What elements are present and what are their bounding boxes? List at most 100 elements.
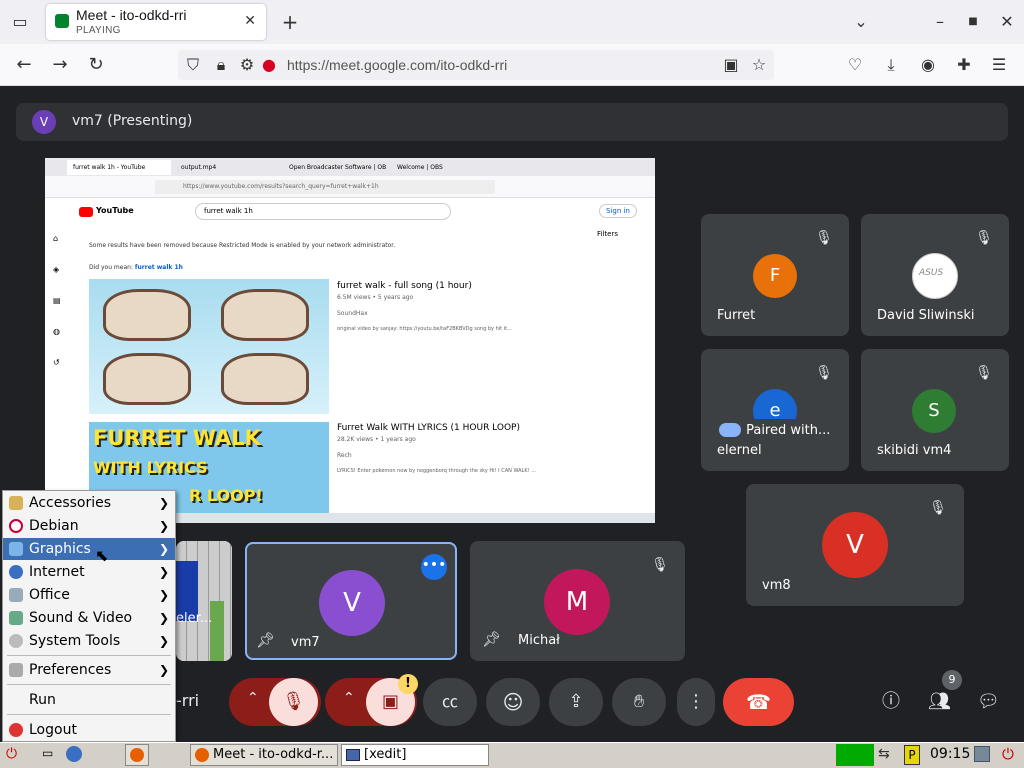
mic-off-icon: 🎙︎ bbox=[815, 365, 833, 381]
youtube-signin-button: Sign in bbox=[599, 204, 637, 218]
presenting-label: vm7 (Presenting) bbox=[72, 113, 193, 129]
participant-avatar: V bbox=[319, 570, 385, 636]
leave-call-button[interactable]: ☎︎ bbox=[723, 678, 794, 726]
participant-tile[interactable]: 🎙︎ e Paired with... elernel bbox=[701, 349, 849, 471]
mic-off-icon: 🎙︎ bbox=[282, 691, 305, 712]
tab-close-icon[interactable]: ✕ bbox=[244, 13, 256, 29]
sound-video-icon bbox=[9, 611, 23, 625]
menu-separator bbox=[7, 655, 171, 656]
video-desc: LYRICS! Enter pokemon now by noggenborq … bbox=[337, 468, 536, 474]
menu-separator bbox=[7, 684, 171, 685]
menu-item-sound-video[interactable]: Sound & Video ❯ bbox=[3, 607, 175, 629]
start-menu: Accessories ❯ Debian ❯ Graphics ❯ Internet ❯… bbox=[2, 490, 176, 742]
participant-tile[interactable]: 🎙︎ M 📌︎ Michał bbox=[470, 541, 685, 661]
preferences-icon bbox=[9, 663, 23, 677]
menu-item-logout[interactable]: Logout bbox=[3, 719, 175, 741]
tab-overflow-chevron-icon[interactable]: ⌄ bbox=[850, 12, 872, 32]
more-options-icon[interactable]: ••• bbox=[421, 554, 447, 580]
new-tab-icon[interactable]: + bbox=[279, 12, 301, 32]
menu-item-system-tools[interactable]: System Tools ❯ bbox=[3, 630, 175, 652]
firefox-launcher-icon[interactable] bbox=[125, 744, 149, 766]
download-icon[interactable]: ⤓ bbox=[880, 55, 902, 75]
menu-item-internet[interactable]: Internet ❯ bbox=[3, 561, 175, 583]
video-thumbnail bbox=[89, 279, 329, 414]
tab-list-icon[interactable]: ▭ bbox=[9, 12, 31, 32]
microphone-icon[interactable]: ● bbox=[258, 55, 280, 75]
video-desc: original video by sanjay: https://youtu.… bbox=[337, 326, 512, 332]
graphics-icon bbox=[9, 542, 23, 556]
lock-icon[interactable]: 🔒︎ bbox=[210, 55, 232, 75]
video-title: furret walk - full song (1 hour) bbox=[337, 281, 472, 291]
more-options-button[interactable]: ⋮ bbox=[677, 678, 715, 726]
chevron-up-icon: ⌃ bbox=[343, 690, 355, 706]
mic-toggle-button[interactable]: 🎙︎ bbox=[269, 678, 318, 726]
display-icon[interactable] bbox=[974, 746, 990, 762]
present-screen-icon: ⇪ bbox=[568, 691, 584, 712]
participant-avatar: S bbox=[912, 389, 956, 433]
bookmark-star-icon[interactable]: ☆ bbox=[748, 55, 770, 75]
shared-tab-strip: furret walk 1h - YouTube output.mp4 Open… bbox=[45, 158, 655, 176]
reactions-button[interactable]: ☺ bbox=[486, 678, 540, 726]
participant-tile[interactable]: 🎙︎ V vm8 bbox=[746, 484, 964, 606]
account-icon[interactable]: ◉ bbox=[917, 55, 939, 75]
pocket-icon[interactable]: ♡ bbox=[844, 55, 866, 75]
participant-name: vm8 bbox=[762, 578, 791, 593]
system-tools-icon bbox=[9, 634, 23, 648]
info-icon[interactable]: ⓘ bbox=[880, 692, 902, 712]
participant-tile[interactable]: 🎙︎ ASUS David Sliwinski bbox=[861, 214, 1009, 336]
taskbar-window-meet[interactable]: Meet - ito-odkd-r... bbox=[190, 744, 338, 766]
chevron-up-icon: ⌃ bbox=[247, 690, 259, 706]
extensions-icon[interactable]: ✚ bbox=[953, 55, 975, 75]
permissions-icon[interactable]: ⚙ bbox=[236, 55, 258, 75]
screen-share-icon[interactable]: ▣ bbox=[720, 55, 742, 75]
taskbar-window-xedit[interactable]: [xedit] bbox=[341, 744, 489, 766]
mic-off-icon: 🎙︎ bbox=[651, 557, 669, 573]
captions-icon: ㏄ bbox=[441, 692, 458, 711]
participant-tile[interactable]: 🎙︎ F Furret bbox=[701, 214, 849, 336]
forward-icon[interactable]: → bbox=[49, 55, 71, 75]
submenu-arrow-icon: ❯ bbox=[158, 542, 169, 556]
minimize-icon[interactable]: – bbox=[929, 12, 951, 32]
present-button[interactable]: ⇪ bbox=[549, 678, 603, 726]
menu-item-graphics[interactable]: Graphics ❯ bbox=[3, 538, 175, 560]
paired-badge: Paired with... bbox=[717, 419, 833, 438]
reload-icon[interactable]: ↻ bbox=[85, 55, 107, 75]
participant-name: vm7 bbox=[291, 635, 320, 650]
youtube-sidebar: ⌂ ◈ ▤ ◍ ↺ bbox=[53, 234, 61, 367]
menu-item-run[interactable]: Run bbox=[3, 689, 175, 711]
menu-item-preferences[interactable]: Preferences ❯ bbox=[3, 659, 175, 681]
hamburger-menu-icon[interactable]: ☰ bbox=[988, 55, 1010, 75]
shared-tab: Welcome | OBS bbox=[397, 164, 443, 171]
participant-tile[interactable]: 🎙︎ S skibidi vm4 bbox=[861, 349, 1009, 471]
browser-tab-meet[interactable]: Meet - ito-odkd-rri PLAYING ✕ bbox=[46, 4, 266, 40]
raise-hand-button[interactable]: ✋︎ bbox=[612, 678, 666, 726]
browser-launcher-icon[interactable] bbox=[66, 746, 82, 762]
url-text[interactable]: https://meet.google.com/ito-odkd-rri bbox=[287, 57, 507, 73]
menu-item-debian[interactable]: Debian ❯ bbox=[3, 515, 175, 537]
shared-tab: output.mp4 bbox=[181, 164, 217, 171]
file-manager-icon[interactable]: ▭ bbox=[42, 746, 58, 762]
video-meta: 28.2K views • 1 years ago bbox=[337, 436, 416, 443]
emoji-icon: ☺ bbox=[502, 690, 524, 714]
window-close-icon[interactable]: ✕ bbox=[996, 12, 1018, 32]
clipboard-icon[interactable]: P bbox=[904, 745, 920, 765]
shield-icon[interactable]: ⛉ bbox=[182, 55, 204, 75]
chat-icon[interactable]: 💬︎ bbox=[977, 692, 1000, 712]
meet-favicon-icon bbox=[55, 14, 69, 28]
participant-name: Michał bbox=[518, 633, 560, 648]
url-host: https://meet.google.com/ bbox=[287, 57, 441, 73]
submenu-arrow-icon: ❯ bbox=[158, 634, 169, 648]
captions-button[interactable]: ㏄ bbox=[423, 678, 477, 726]
maximize-icon[interactable]: ■ bbox=[962, 12, 984, 32]
network-monitor-icon bbox=[836, 744, 874, 766]
back-icon[interactable]: ← bbox=[13, 55, 35, 75]
start-menu-icon[interactable]: ⏻ bbox=[6, 746, 24, 764]
power-icon[interactable]: ⏻ bbox=[1002, 745, 1014, 763]
menu-item-office[interactable]: Office ❯ bbox=[3, 584, 175, 606]
logout-icon bbox=[9, 723, 23, 737]
participant-tile-vm7[interactable]: ••• V 📌︎ vm7 bbox=[245, 542, 457, 660]
participant-tile[interactable]: eler... bbox=[176, 541, 232, 661]
submenu-arrow-icon: ❯ bbox=[158, 588, 169, 602]
menu-item-accessories[interactable]: Accessories ❯ bbox=[3, 492, 175, 514]
people-icon[interactable]: 👥︎ bbox=[928, 692, 951, 712]
